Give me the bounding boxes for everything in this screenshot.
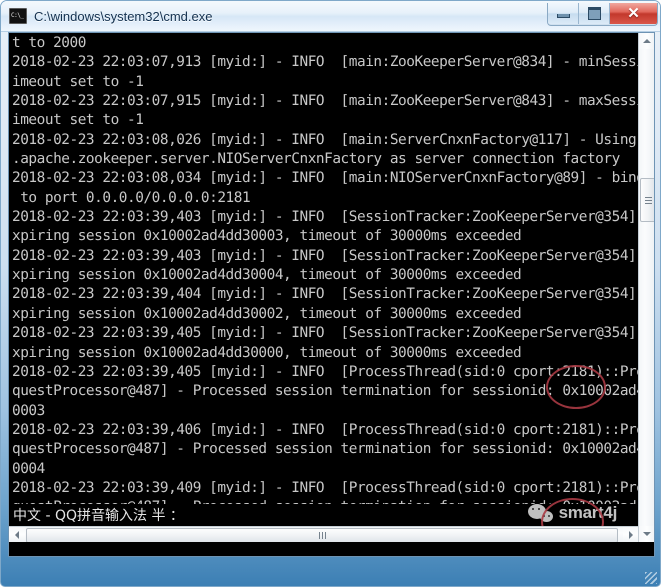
maximize-button[interactable]: [579, 3, 610, 24]
close-icon: ✕: [627, 5, 640, 22]
console-screen[interactable]: t to 2000 2018-02-23 22:03:07,913 [myid:…: [9, 33, 639, 542]
close-button[interactable]: ✕: [610, 3, 657, 24]
grip-icon: [318, 532, 326, 539]
chevron-down-icon: [643, 532, 651, 536]
horizontal-scrollbar[interactable]: [9, 526, 639, 542]
console-output: t to 2000 2018-02-23 22:03:07,913 [myid:…: [12, 35, 639, 542]
resize-grip[interactable]: [645, 572, 657, 584]
console-client-area: t to 2000 2018-02-23 22:03:07,913 [myid:…: [8, 32, 655, 557]
window-controls: ✕: [547, 3, 658, 26]
minimize-button[interactable]: [548, 3, 579, 24]
title-bar-content: C:\windows\system32\cmd.exe: [9, 5, 212, 27]
minimize-icon: [556, 14, 570, 18]
title-bar[interactable]: C:\windows\system32\cmd.exe ✕: [1, 1, 660, 32]
chevron-right-icon: [629, 530, 633, 539]
scroll-left-button[interactable]: [9, 527, 25, 542]
chevron-up-icon: [643, 39, 651, 43]
ime-status-bar[interactable]: 中文 - QQ拼音输入法 半 ：: [9, 504, 639, 526]
cmd-window: C:\windows\system32\cmd.exe ✕ t to 2000 …: [0, 0, 661, 587]
window-title: C:\windows\system32\cmd.exe: [34, 8, 213, 24]
ime-status-text: 中文 - QQ拼音输入法 半 ：: [13, 508, 184, 524]
horizontal-scroll-thumb[interactable]: [26, 528, 618, 542]
maximize-icon: [587, 7, 601, 20]
vertical-scrollbar[interactable]: [638, 33, 654, 542]
vertical-scroll-thumb[interactable]: [640, 178, 654, 222]
scroll-right-button[interactable]: [623, 527, 639, 542]
scroll-down-button[interactable]: [639, 526, 654, 542]
grip-icon: [644, 196, 652, 204]
scroll-up-button[interactable]: [639, 33, 654, 49]
cmd-icon: [9, 8, 27, 24]
chevron-left-icon: [15, 530, 19, 539]
